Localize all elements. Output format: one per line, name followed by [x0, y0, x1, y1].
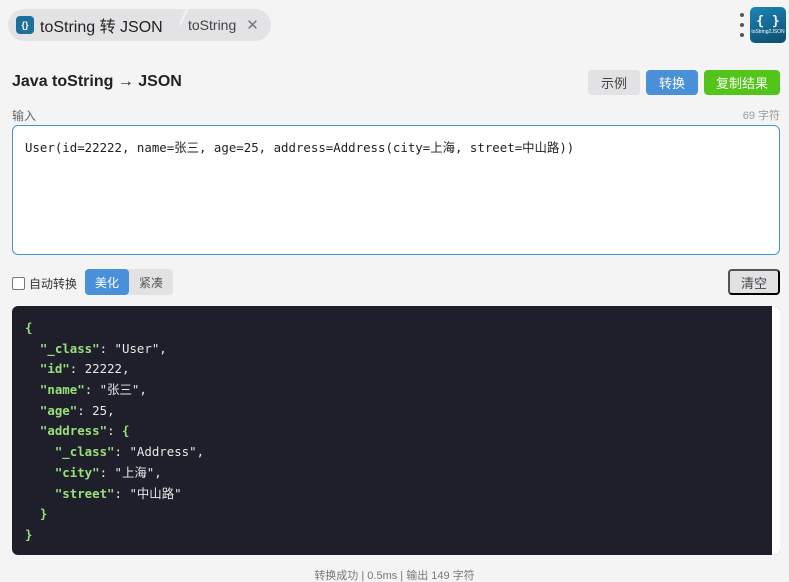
- convert-button[interactable]: 转换: [646, 70, 698, 95]
- json-output-code: { "_class": "User", "id": 22222, "name":…: [25, 318, 204, 546]
- example-button[interactable]: 示例: [588, 70, 640, 95]
- code-token: "上海": [114, 464, 155, 480]
- code-token: "Address": [129, 444, 197, 460]
- code-token: :: [114, 485, 130, 501]
- code-token: "_class": [25, 444, 115, 460]
- tab-tostring-to-json[interactable]: {} toString 转 JSON: [8, 9, 180, 41]
- code-token: {: [25, 320, 33, 335]
- tab-bar: {} toString 转 JSON toString ✕ { } toStri…: [0, 0, 789, 50]
- code-token: ,: [139, 382, 147, 398]
- code-token: "city": [25, 464, 100, 480]
- page-title: Java toString → JSON: [12, 73, 182, 90]
- code-token: :: [84, 382, 100, 398]
- code-line: "name": "张三",: [25, 380, 204, 401]
- code-token: :: [99, 464, 115, 480]
- input-char-count: 69 字符: [742, 110, 780, 122]
- compact-option[interactable]: 紧凑: [129, 269, 173, 295]
- code-token: "中山路": [129, 485, 182, 501]
- plugin-logo: { } toString2JSON: [750, 7, 786, 43]
- code-line: }: [25, 504, 204, 525]
- code-token: "张三": [99, 382, 140, 398]
- code-token: "street": [25, 485, 115, 501]
- copy-result-button[interactable]: 复制结果: [704, 70, 780, 95]
- code-token: "_class": [25, 340, 100, 356]
- code-token: ,: [154, 464, 162, 480]
- logo-glyph: { }: [756, 14, 780, 29]
- code-line: }: [25, 525, 204, 546]
- code-token: 22222: [84, 361, 122, 377]
- code-token: ,: [122, 361, 130, 377]
- code-token: :: [69, 361, 85, 377]
- code-token: :: [99, 340, 115, 356]
- code-line: "_class": "User",: [25, 339, 204, 360]
- tab-tostring[interactable]: toString ✕: [174, 9, 271, 41]
- format-mode-switch: 美化 紧凑: [85, 269, 173, 295]
- code-line: "address": {: [25, 421, 204, 442]
- code-token: ,: [196, 444, 205, 460]
- code-line: "age": 25,: [25, 401, 204, 422]
- auto-convert-label: 自动转换: [29, 277, 78, 291]
- code-line: "id": 22222,: [25, 359, 204, 380]
- code-token: }: [25, 526, 33, 542]
- tab-second-label: toString: [188, 17, 237, 33]
- output-scrollbar[interactable]: [772, 306, 780, 555]
- code-token: 25: [92, 402, 108, 418]
- code-token: }: [25, 506, 48, 522]
- code-line: "street": "中山路": [25, 484, 204, 505]
- code-token: :: [114, 444, 130, 460]
- code-line: {: [25, 318, 204, 339]
- more-menu-icon[interactable]: [738, 13, 746, 37]
- app-icon: {}: [16, 16, 34, 34]
- code-token: ,: [107, 402, 115, 418]
- code-token: "age": [25, 402, 78, 418]
- logo-text: toString2JSON: [751, 29, 785, 35]
- tab-main-label: toString 转 JSON: [40, 19, 163, 36]
- code-token: :: [77, 402, 93, 418]
- code-token: {: [121, 423, 130, 439]
- code-line: "_class": "Address",: [25, 442, 204, 463]
- input-label: 输入: [12, 109, 37, 123]
- auto-convert-checkbox[interactable]: [12, 277, 25, 290]
- code-token: ,: [159, 340, 167, 356]
- code-token: "name": [25, 382, 85, 398]
- code-line: "city": "上海",: [25, 463, 204, 484]
- beautify-option[interactable]: 美化: [85, 269, 129, 295]
- status-bar: 转换成功 | 0.5ms | 输出 149 字符: [314, 570, 475, 582]
- close-icon[interactable]: ✕: [246, 18, 259, 33]
- auto-convert-toggle[interactable]: 自动转换: [12, 275, 77, 292]
- code-token: "id": [25, 361, 70, 377]
- tostring-input[interactable]: User(id=22222, name=张三, age=25, address=…: [12, 125, 780, 255]
- code-token: :: [107, 423, 122, 439]
- code-token: "address": [25, 423, 108, 439]
- code-token: "User": [114, 340, 160, 356]
- json-output[interactable]: { "_class": "User", "id": 22222, "name":…: [12, 306, 780, 555]
- clear-button[interactable]: 清空: [728, 269, 780, 295]
